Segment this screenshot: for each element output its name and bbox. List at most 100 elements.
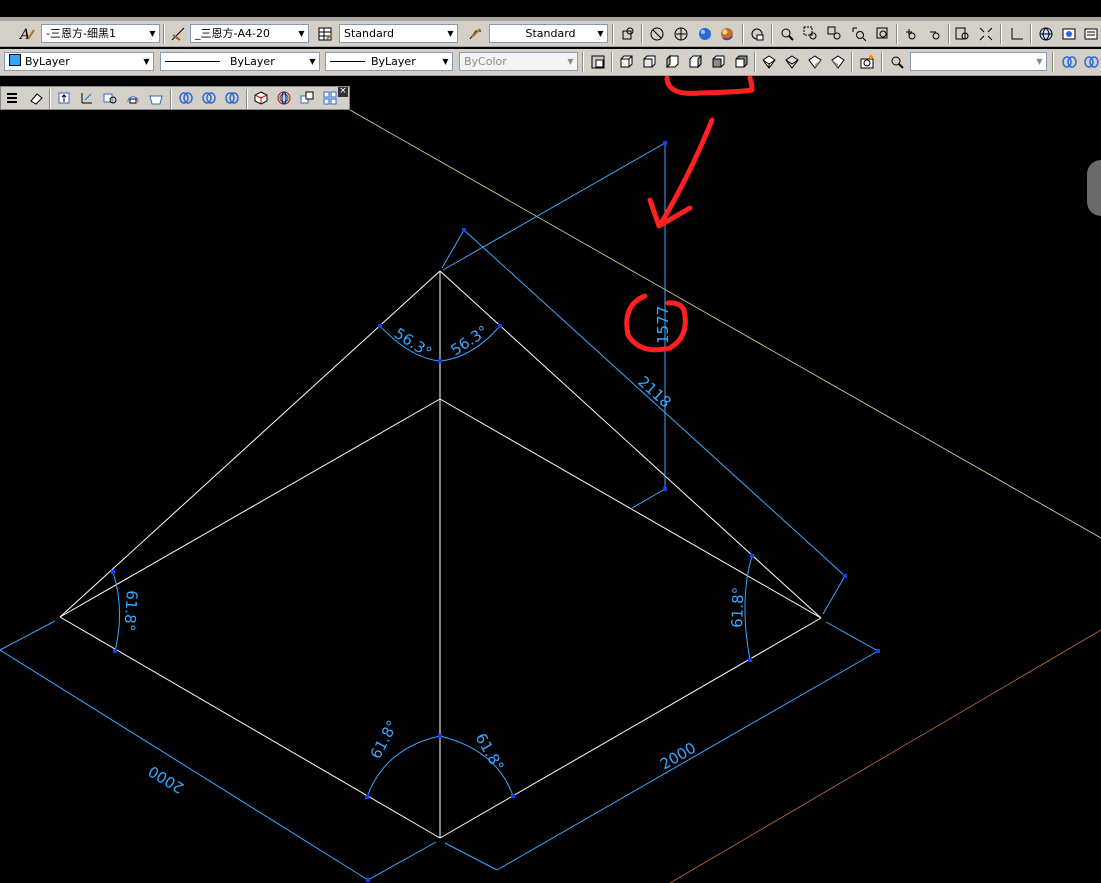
zoom-center-icon[interactable] (874, 25, 892, 43)
svg-text:A: A (19, 27, 30, 42)
viewport-clip-icon[interactable] (589, 53, 607, 71)
union-icon[interactable] (177, 89, 195, 107)
zoom-out-icon[interactable] (926, 25, 944, 43)
height-dimension-text[interactable]: 1577 (654, 306, 672, 344)
close-icon[interactable]: × (338, 87, 348, 97)
dimension-style-icon[interactable] (169, 25, 187, 43)
se-isometric-icon[interactable] (783, 53, 801, 71)
chevron-down-icon[interactable]: ▼ (306, 53, 319, 70)
chevron-down-icon[interactable]: ▼ (140, 53, 153, 70)
nw-isometric-icon[interactable] (829, 53, 847, 71)
chevron-down-icon[interactable]: ▼ (295, 25, 308, 42)
zoom-all-icon[interactable] (954, 25, 972, 43)
text-style-combo[interactable]: -三恩方-细黑1 ▼ (41, 24, 160, 43)
view-globe-icon[interactable] (1037, 25, 1055, 43)
separator (1000, 24, 1002, 44)
named-views-icon[interactable] (1060, 25, 1078, 43)
ucs-icon[interactable] (1008, 25, 1026, 43)
navigation-bar-handle[interactable] (1087, 160, 1101, 216)
linetype-control-value: ByLayer (230, 55, 275, 68)
view-back-cube-icon[interactable] (732, 53, 750, 71)
layer-manager-icon[interactable] (4, 89, 22, 107)
3d-move-icon[interactable] (252, 89, 270, 107)
subtract-icon[interactable] (200, 89, 218, 107)
view-top-cube-icon[interactable] (617, 53, 635, 71)
chevron-down-icon[interactable]: ▼ (1033, 53, 1046, 70)
named-view-combo[interactable]: ▼ (910, 52, 1047, 71)
shaded-sphere-blue-icon[interactable] (696, 25, 714, 43)
base-edge-back-left[interactable] (59, 398, 441, 618)
3d-align-icon[interactable] (298, 89, 316, 107)
ucs-view-icon[interactable] (147, 89, 165, 107)
ucs-face-icon[interactable] (124, 89, 142, 107)
ucs-origin-icon[interactable] (78, 89, 96, 107)
window-top-strip (0, 0, 1101, 21)
chevron-down-icon[interactable]: ▼ (594, 25, 607, 42)
table-style-icon[interactable] (316, 25, 334, 43)
multileader-style-icon[interactable] (466, 25, 484, 43)
3d-array-icon[interactable] (321, 89, 339, 107)
pyramid-geometry[interactable] (59, 270, 822, 839)
left-base-dimension-line[interactable] (0, 649, 369, 881)
layer-states-icon[interactable] (1060, 53, 1078, 71)
ne-isometric-icon[interactable] (806, 53, 824, 71)
ucs-y-axis-line (349, 109, 1101, 539)
dimension-lines[interactable] (0, 142, 879, 881)
layer-previous-icon[interactable] (1082, 53, 1100, 71)
lineweight-control-combo[interactable]: ByLayer ▼ (325, 52, 453, 71)
right-corner-angle-text[interactable]: 61.8° (728, 587, 747, 629)
slant-dimension-text[interactable]: 2118 (634, 373, 674, 412)
text-style-combo-value: -三恩方-细黑1 (46, 27, 116, 40)
view-bottom-cube-icon[interactable] (640, 53, 658, 71)
pyramid-edge-right[interactable] (439, 270, 822, 619)
left-corner-angle-text[interactable]: 61.8° (120, 590, 141, 632)
chevron-down-icon[interactable]: ▼ (146, 25, 159, 42)
view-left-cube-icon[interactable] (663, 53, 681, 71)
separator (896, 24, 898, 44)
ucs-world-icon[interactable] (55, 89, 73, 107)
zoom-realtime-icon[interactable] (778, 25, 796, 43)
zoom-window-icon[interactable] (802, 25, 820, 43)
eraser-icon[interactable] (27, 89, 45, 107)
color-control-combo[interactable]: ByLayer ▼ (4, 52, 154, 71)
sw-isometric-icon[interactable] (760, 53, 778, 71)
text-style-icon[interactable]: A (18, 25, 36, 43)
realistic-sphere-icon[interactable] (718, 25, 736, 43)
right-base-dimension-text[interactable]: 2000 (657, 739, 699, 774)
zoom-scale-icon[interactable] (850, 25, 868, 43)
base-edge-back-right[interactable] (439, 398, 822, 619)
intersect-icon[interactable] (223, 89, 241, 107)
view-orbit-icon[interactable] (888, 53, 906, 71)
red-annotation-marks (624, 76, 755, 353)
separator (1052, 52, 1054, 72)
zoom-dynamic-icon[interactable] (826, 25, 844, 43)
camera-icon[interactable] (858, 53, 876, 71)
zoom-extents-icon[interactable] (977, 25, 995, 43)
chevron-down-icon[interactable]: ▼ (444, 25, 457, 42)
apex-angle-right-text[interactable]: 56.3° (447, 322, 491, 359)
view-front-cube-icon[interactable] (709, 53, 727, 71)
3d-rotate-icon[interactable] (275, 89, 293, 107)
zoom-in-icon[interactable] (902, 25, 920, 43)
separator (641, 24, 643, 44)
shade-icon[interactable] (619, 25, 637, 43)
view-manager-icon[interactable] (1082, 25, 1100, 43)
visual-style-manager-icon[interactable] (748, 25, 766, 43)
view-right-cube-icon[interactable] (686, 53, 704, 71)
wireframe-2d-icon[interactable] (648, 25, 666, 43)
chevron-down-icon[interactable]: ▼ (439, 53, 452, 70)
base-edge-right[interactable] (439, 617, 822, 839)
multileader-style-combo[interactable]: Standard ▼ (489, 24, 608, 43)
bottom-angle-right-text[interactable]: 61.8° (472, 730, 508, 774)
right-base-extension-2 (825, 621, 879, 652)
wireframe-3d-icon[interactable] (672, 25, 690, 43)
ucs-object-icon[interactable] (101, 89, 119, 107)
linetype-control-combo[interactable]: ByLayer ▼ (160, 52, 320, 71)
apex-angle-left-text[interactable]: 56.3° (391, 324, 435, 361)
pyramid-edge-left[interactable] (59, 270, 441, 618)
separator (754, 52, 756, 72)
table-style-combo[interactable]: Standard ▼ (339, 24, 458, 43)
dimension-style-combo[interactable]: _三恩方-A4-20 ▼ (190, 24, 309, 43)
drawing-canvas[interactable]: 1577 2118 56.3° 56.3° 61.8° 61.8° 61.8° … (0, 76, 1101, 883)
left-base-dimension-text[interactable]: 2000 (145, 762, 187, 797)
